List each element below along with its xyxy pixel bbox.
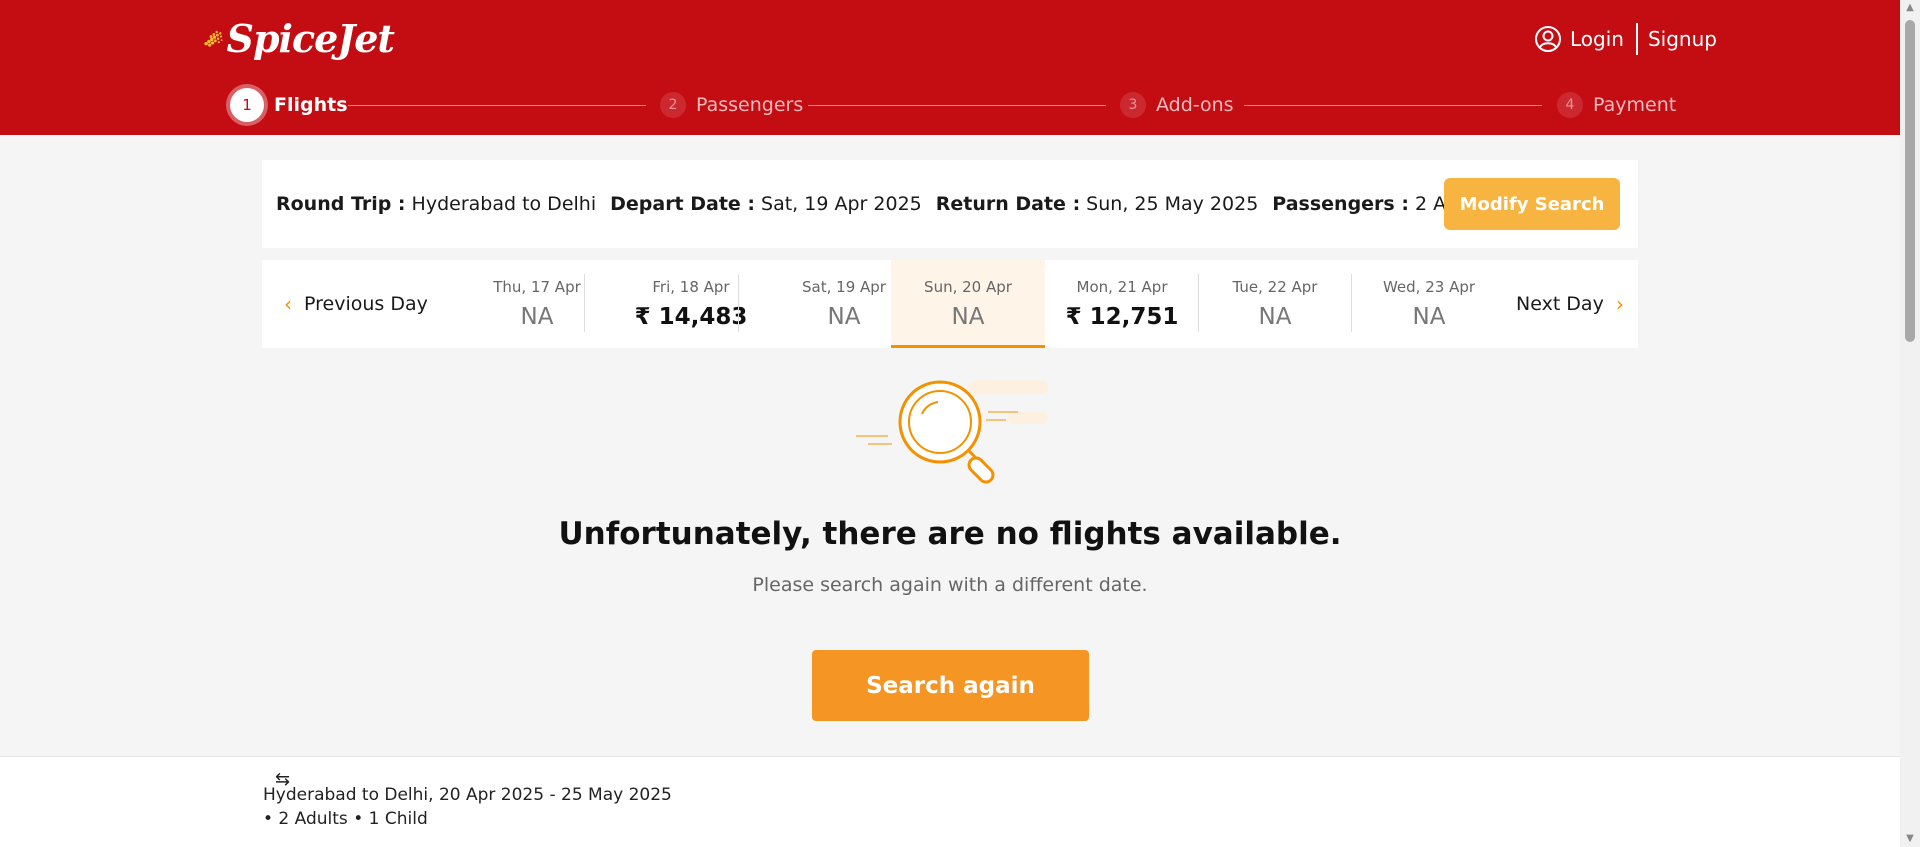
depart-date-label: Depart Date : (610, 193, 756, 215)
step-connector (1244, 105, 1542, 106)
booking-steps: 1 Flights 2 Passengers 3 Add-ons 4 Payme… (230, 88, 1676, 122)
auth-links: Login Signup (1534, 22, 1717, 56)
search-again-button[interactable]: Search again (812, 650, 1089, 721)
date-cell[interactable]: Fri, 18 Apr ₹ 14,483 (614, 260, 768, 348)
step-connector (348, 105, 646, 106)
date-price: NA (951, 304, 985, 330)
date-price: NA (520, 304, 554, 330)
date-cell[interactable]: Tue, 22 Apr NA (1198, 260, 1352, 348)
date-label: Sun, 20 Apr (924, 278, 1012, 296)
previous-day-label: Previous Day (304, 293, 428, 315)
scroll-thumb[interactable] (1905, 20, 1915, 342)
step-label: Passengers (696, 94, 804, 116)
depart-date-value: Sat, 19 Apr 2025 (761, 193, 922, 215)
magnifier-icon (856, 380, 1048, 484)
date-price: ₹ 12,751 (1065, 304, 1179, 330)
date-price: NA (1258, 304, 1292, 330)
date-label: Thu, 17 Apr (493, 278, 581, 296)
trip-type-label: Round Trip : (276, 193, 406, 215)
spicejet-logo[interactable]: SpiceJet (204, 10, 395, 66)
step-payment: 4 Payment (1557, 88, 1676, 122)
step-number: 2 (660, 92, 686, 118)
step-number: 3 (1120, 92, 1146, 118)
date-divider (738, 274, 739, 332)
no-flights-subtitle: Please search again with a different dat… (752, 574, 1148, 596)
search-summary: Round Trip : Hyderabad to Delhi Depart D… (262, 160, 1638, 248)
step-label: Flights (274, 94, 348, 116)
step-connector (808, 105, 1106, 106)
login-link[interactable]: Login (1570, 27, 1624, 51)
next-day-label: Next Day (1516, 293, 1604, 315)
return-date-value: Sun, 25 May 2025 (1086, 193, 1259, 215)
date-label: Tue, 22 Apr (1232, 278, 1318, 296)
chevron-left-icon: ‹ (284, 292, 292, 316)
logo-dots-icon (204, 30, 223, 47)
date-price: NA (1412, 304, 1446, 330)
logo-wordmark: SpiceJet (226, 15, 395, 61)
itinerary-passengers: • 2 Adults • 1 Child (263, 809, 428, 829)
site-header: SpiceJet Login Signup 1 Flights 2 Passen… (0, 0, 1900, 135)
date-price: ₹ 14,483 (634, 304, 748, 330)
modify-search-button[interactable]: Modify Search (1444, 178, 1620, 230)
date-cell[interactable]: Mon, 21 Apr ₹ 12,751 (1045, 260, 1199, 348)
date-cell[interactable]: Wed, 23 Apr NA (1352, 260, 1506, 348)
step-label: Add-ons (1156, 94, 1234, 116)
vertical-scrollbar[interactable]: ▲ ▼ (1900, 0, 1920, 847)
no-flights-title: Unfortunately, there are no flights avai… (558, 516, 1342, 552)
signup-link[interactable]: Signup (1648, 27, 1717, 51)
date-selector: ‹ Previous Day Thu, 17 Apr NA Fri, 18 Ap… (262, 260, 1638, 348)
step-flights: 1 Flights (230, 88, 348, 122)
date-cell-selected[interactable]: Sun, 20 Apr NA (891, 260, 1045, 348)
date-cell[interactable]: Thu, 17 Apr NA (460, 260, 614, 348)
step-label: Payment (1593, 94, 1677, 116)
date-divider (584, 274, 585, 332)
next-day-button[interactable]: Next Day › (1516, 260, 1624, 348)
date-label: Mon, 21 Apr (1076, 278, 1168, 296)
user-circle-icon[interactable] (1534, 25, 1562, 53)
previous-day-button[interactable]: ‹ Previous Day (284, 260, 428, 348)
date-label: Fri, 18 Apr (652, 278, 730, 296)
scroll-down-arrow-icon[interactable]: ▼ (1900, 831, 1920, 847)
scroll-up-arrow-icon[interactable]: ▲ (1900, 0, 1920, 16)
auth-divider (1635, 23, 1638, 55)
step-number: 4 (1557, 92, 1583, 118)
date-label: Wed, 23 Apr (1382, 278, 1476, 296)
chevron-right-icon: › (1615, 292, 1624, 316)
passengers-label: Passengers : (1272, 193, 1409, 215)
bottom-itinerary-bar: ⇆ Hyderabad to Delhi, 20 Apr 2025 - 25 M… (0, 756, 1900, 847)
return-date-label: Return Date : (935, 193, 1081, 215)
step-addons: 3 Add-ons (1120, 88, 1234, 122)
trip-route-value: Hyderabad to Delhi (411, 193, 597, 215)
step-passengers: 2 Passengers (660, 88, 803, 122)
step-number: 1 (230, 88, 264, 122)
itinerary-route: Hyderabad to Delhi, 20 Apr 2025 - 25 May… (263, 785, 672, 805)
